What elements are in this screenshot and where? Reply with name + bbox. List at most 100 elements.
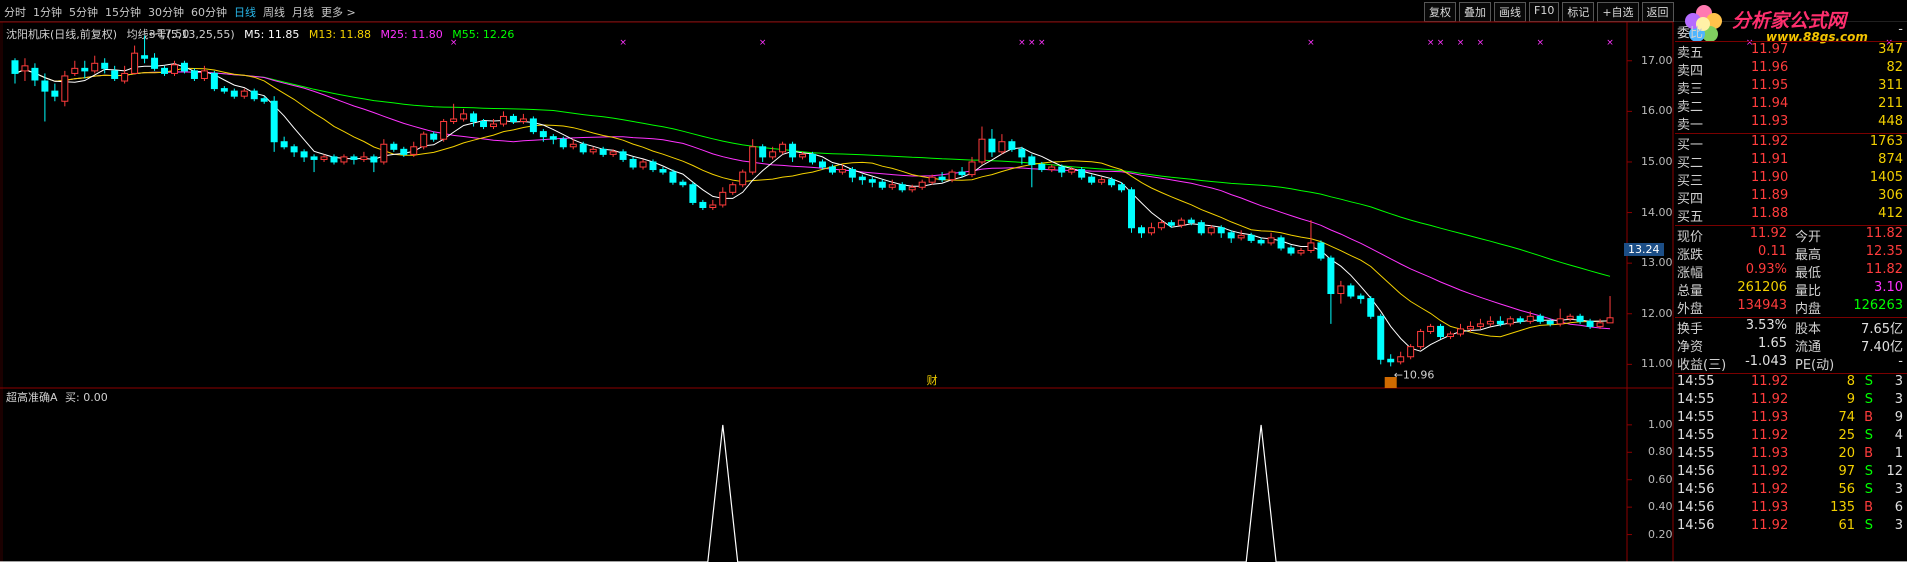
candle [250, 88, 258, 102]
candle [988, 129, 996, 157]
candle [1457, 323, 1464, 337]
candle [579, 141, 587, 155]
candlestick-series [11, 35, 1614, 367]
stats-value-2: - [1898, 354, 1903, 369]
cross-mark: × [1606, 38, 1614, 48]
candle [200, 65, 208, 82]
candle [1556, 308, 1564, 327]
stats-value-2: 7.40亿 [1861, 340, 1903, 355]
candle-body [210, 72, 218, 90]
tick-row: 14:55 11.93 20 B 1 [1675, 446, 1907, 464]
candle [1118, 182, 1126, 193]
buy-label: 买二 [1677, 156, 1704, 171]
candle-body [71, 67, 79, 74]
candle [529, 116, 537, 135]
cross-mark: × [1307, 38, 1315, 48]
tick-row: 14:56 11.92 56 S 3 [1675, 482, 1907, 500]
candle-body [639, 161, 647, 168]
candle [1367, 296, 1375, 319]
kline-chart[interactable]: ×××××××××××××××××××××× ←17.50←10.96财 [0, 0, 1907, 562]
candle [519, 113, 527, 125]
candle-body [1207, 227, 1215, 234]
sell-row: 卖五 11.97 347 [1675, 42, 1907, 61]
candle-body [161, 67, 169, 74]
candle [779, 141, 787, 155]
tick-count: 4 [1894, 428, 1903, 443]
stats-label: 收益(三) [1677, 358, 1727, 373]
buy-volume: 1405 [1869, 170, 1903, 185]
candle-body [1068, 169, 1076, 173]
candle [41, 73, 49, 122]
cross-mark: × [1457, 38, 1465, 48]
candle-body [1576, 315, 1584, 322]
candle [1088, 174, 1096, 185]
stats-row: 换手 3.53% 股本 7.65亿 [1675, 318, 1907, 337]
candle [1207, 225, 1215, 236]
candle-body [480, 120, 488, 128]
candle [1277, 235, 1285, 251]
tick-side: S [1864, 428, 1873, 443]
buy-row: 买二 11.91 874 [1675, 152, 1907, 171]
tick-count: 3 [1894, 374, 1903, 389]
candle-body [1347, 285, 1355, 297]
candle-body [1028, 156, 1036, 165]
tick-volume: 61 [1838, 518, 1855, 533]
candle-body [1227, 232, 1235, 239]
candle [390, 141, 398, 152]
sell-volume: 211 [1878, 96, 1903, 111]
candle [370, 154, 378, 173]
candle-body [918, 181, 926, 188]
candle-body [1078, 169, 1086, 178]
candle-body [659, 169, 667, 173]
cross-mark: × [1477, 38, 1485, 48]
stats-row: 收益(三) -1.043 PE(动) - [1675, 354, 1907, 373]
candle-body [460, 113, 468, 120]
candle [460, 108, 468, 122]
candle-body [1167, 222, 1175, 226]
quote-row: 涨幅 0.93% 最低 11.82 [1675, 262, 1907, 281]
candle [430, 131, 438, 142]
tick-row: 14:56 11.92 61 S 3 [1675, 518, 1907, 536]
cross-mark: × [1038, 38, 1046, 48]
candle [868, 177, 876, 188]
candle-body [250, 90, 258, 100]
tick-row: 14:55 11.92 8 S 3 [1675, 374, 1907, 392]
candle-body [1317, 242, 1325, 259]
candle-body [121, 72, 129, 82]
indicator-axis-label: 0.20 [1648, 527, 1673, 541]
sell-price: 11.96 [1751, 60, 1789, 75]
candle-body [430, 133, 438, 140]
tick-row: 14:55 11.92 9 S 3 [1675, 392, 1907, 410]
candle-body [898, 184, 906, 191]
quote-value: 261206 [1737, 280, 1787, 295]
candle-body [888, 184, 896, 188]
candle [709, 199, 717, 211]
candle-body [1596, 322, 1604, 327]
candle-body [669, 171, 677, 183]
candle-body [1287, 247, 1295, 254]
tick-price: 11.92 [1751, 428, 1789, 443]
tick-side: B [1864, 446, 1873, 461]
candle-body [878, 181, 886, 188]
indicator-axis-label: 0.40 [1648, 500, 1673, 514]
candle [1397, 351, 1405, 365]
candle [410, 141, 418, 157]
quote-label-2: 内盘 [1795, 302, 1822, 317]
candle-body [809, 153, 816, 163]
candle-body [470, 113, 478, 122]
candle-body [1297, 250, 1305, 254]
stats-value-2: 7.65亿 [1861, 322, 1903, 337]
candle-body [689, 184, 697, 203]
candle-body [1018, 148, 1026, 158]
buy-price: 11.92 [1751, 134, 1789, 149]
candle-body [380, 143, 388, 163]
candle-body [998, 141, 1006, 153]
candle-body [400, 148, 408, 155]
candle [1506, 316, 1514, 327]
stats-label-2: 流通 [1795, 340, 1822, 355]
tick-time: 14:56 [1677, 518, 1715, 533]
sell-row: 卖三 11.95 311 [1675, 78, 1907, 97]
candle-body [848, 169, 856, 178]
candle-body [300, 151, 308, 158]
candle-body [1108, 179, 1116, 186]
